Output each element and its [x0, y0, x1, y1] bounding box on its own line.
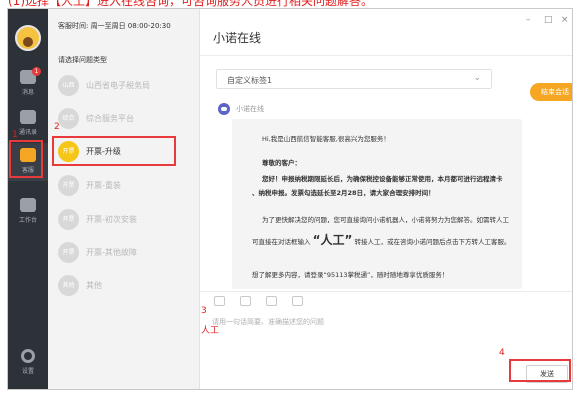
monitor-icon: [20, 198, 36, 212]
category-item[interactable]: 综合 综合服务平台: [54, 108, 194, 130]
category-icon: 其他: [58, 275, 79, 296]
nav-label: 设置: [21, 368, 34, 375]
message-input[interactable]: 请用一句话简要、准确描述您的问题: [212, 317, 324, 327]
message-help-line2: 可直接在对话框输入 “人工” 转接人工，或在咨询小诺问题后点击下方转人工客服。: [252, 231, 510, 248]
minimize-icon[interactable]: –: [526, 15, 531, 25]
category-icon: 综合: [58, 108, 79, 129]
nav-label: 消息: [21, 89, 34, 96]
tag-select-value: 自定义标签1: [227, 76, 273, 85]
category-label: 综合服务平台: [86, 114, 134, 123]
category-item[interactable]: 开票 开票-初次安装: [54, 209, 194, 231]
category-panel: 客服时间: 周一至周日 08:00-20:30 请选择问题类型 山西 山西省电子…: [48, 9, 200, 389]
annotation-step2: 2: [54, 122, 60, 132]
folder-icon[interactable]: [266, 296, 277, 306]
message-dear: 尊敬的客户：: [262, 159, 301, 167]
message-notice-line2: 、纳税申报。发票勾选延长至2月28日，请大家合理安排时间！: [252, 189, 435, 197]
bot-name: 小诺在线: [236, 105, 264, 113]
category-item[interactable]: 开票 开票-重装: [54, 175, 194, 197]
image-icon[interactable]: [240, 296, 251, 306]
annotation-box-nav: [9, 140, 43, 178]
bot-message-bubble: Hi,我是山西航信智能客服,很高兴为您服务！ 尊敬的客户： 您好！申报纳税期限延…: [232, 119, 522, 289]
chat-panel: 小诺在线 – □ × 自定义标签1 ⌄ 小诺在线 Hi,我是山西航信智能客服,很…: [200, 9, 572, 389]
nav-label: 通讯录: [18, 129, 37, 136]
message-more: 想了解更多内容，请登录“95113掌税通”，随时随地尊享优质服务！: [252, 271, 449, 279]
end-session-button[interactable]: 结束会话: [530, 83, 572, 101]
category-icon: 山西: [58, 75, 79, 96]
nav-item-messages[interactable]: 1 消息: [8, 65, 48, 103]
category-icon: 开票: [58, 175, 79, 196]
message-help-line2-b: 转接人工，或在咨询小诺问题后点击下方转人工客服。: [354, 238, 511, 246]
chat-header-divider: [200, 55, 572, 56]
nav-label: 工作台: [18, 217, 37, 224]
close-icon[interactable]: ×: [561, 15, 569, 25]
nav-item-workbench[interactable]: 工作台: [8, 193, 48, 231]
category-item[interactable]: 山西 山西省电子税务局: [54, 75, 194, 97]
service-hours: 客服时间: 周一至周日 08:00-20:30: [58, 22, 171, 30]
unread-badge: 1: [32, 67, 41, 76]
screenshot-icon[interactable]: [292, 296, 303, 306]
contacts-icon: [20, 110, 36, 124]
user-avatar[interactable]: [15, 25, 41, 51]
annotation-step4: 4: [499, 348, 505, 358]
chat-title: 小诺在线: [213, 31, 262, 45]
gear-icon: [21, 349, 35, 363]
message-keyword: “人工”: [312, 233, 353, 247]
maximize-icon[interactable]: □: [544, 15, 553, 25]
category-label: 其他: [86, 281, 102, 290]
category-item[interactable]: 开票 开票-其他故障: [54, 242, 194, 264]
annotation-box-category: [52, 136, 176, 166]
category-label: 开票-初次安装: [86, 215, 137, 224]
top-instruction-text: (1)选择【人工】进入在线咨询，可咨询服务人员进行相关问题解答。: [8, 0, 374, 8]
category-label: 开票-其他故障: [86, 248, 137, 257]
left-nav: 1 消息 通讯录 客服 工作台 设置: [8, 9, 48, 389]
category-icon: 开票: [58, 242, 79, 263]
bot-avatar: [218, 103, 230, 115]
annotation-step3: 3: [201, 306, 207, 316]
annotation-step3-text: 人工: [201, 326, 220, 336]
chevron-down-icon: ⌄: [473, 73, 481, 83]
annotation-box-send: [509, 359, 571, 382]
message-notice-line1: 您好！申报纳税期限延长后，为确保税控设备能够正常使用，本月都可进行远程清卡: [262, 175, 503, 183]
nav-item-settings[interactable]: 设置: [8, 347, 48, 383]
emoji-icon[interactable]: [214, 296, 225, 306]
app-window: 1 消息 通讯录 客服 工作台 设置 客服时间: 周一至周日 08:00-20:…: [7, 8, 573, 390]
category-heading: 请选择问题类型: [58, 56, 107, 64]
message-help-line2-a: 可直接在对话框输入: [252, 238, 311, 246]
message-help-line1: 为了更快解决您的问题，您可直接询问小诺机器人，小诺将努力为您解答。如需转人工: [262, 216, 509, 224]
tag-select[interactable]: 自定义标签1 ⌄: [216, 69, 492, 89]
message-greeting: Hi,我是山西航信智能客服,很高兴为您服务！: [262, 135, 390, 143]
category-label: 山西省电子税务局: [86, 81, 150, 90]
category-item[interactable]: 其他 其他: [54, 275, 194, 297]
category-label: 开票-重装: [86, 181, 121, 190]
annotation-step1: 1: [12, 130, 18, 140]
input-divider: [200, 291, 572, 292]
category-icon: 开票: [58, 209, 79, 230]
top-instruction: (1)选择【人工】进入在线咨询，可咨询服务人员进行相关问题解答。: [0, 0, 580, 8]
